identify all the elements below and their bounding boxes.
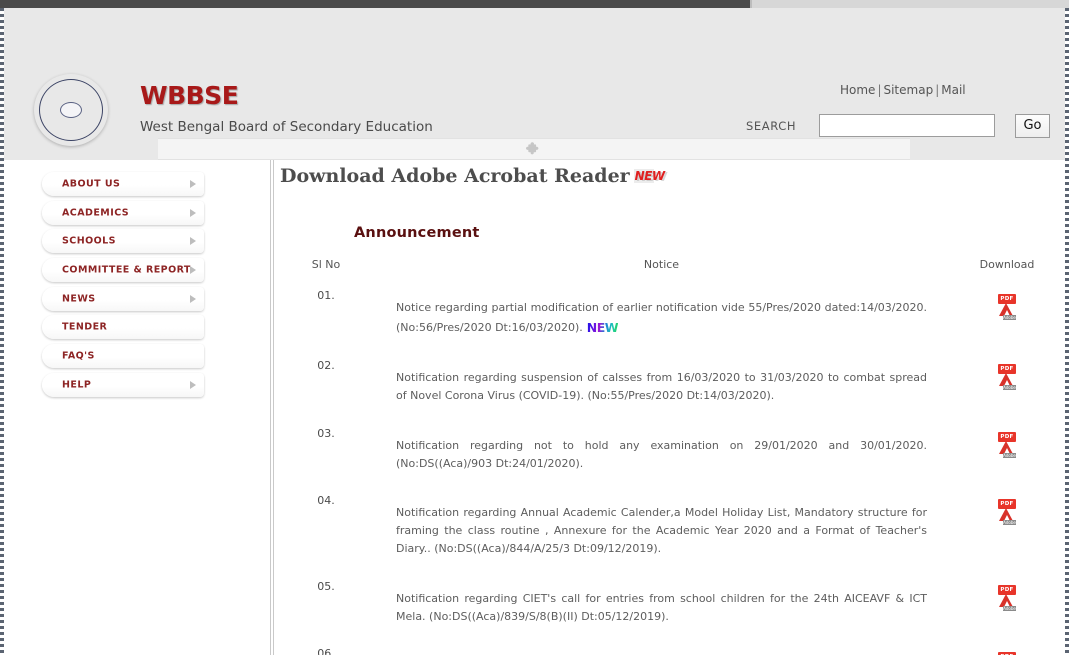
puzzle-piece-icon <box>526 142 539 155</box>
page-root: WBBSE West Bengal Board of Secondary Edu… <box>0 0 1069 655</box>
column-header-download: Download <box>979 258 1035 271</box>
row-notice-text: Notice regarding partial modification of… <box>396 301 927 334</box>
chevron-right-icon <box>190 237 196 246</box>
chevron-right-icon <box>190 208 196 217</box>
search-label: SEARCH <box>746 119 797 133</box>
table-row: 03. Notification regarding not to hold a… <box>278 415 1065 483</box>
pdf-download-icon[interactable]: PDF Adobe <box>996 294 1018 320</box>
row-notice-cell: Notification regarding suspension of cal… <box>374 347 949 415</box>
sidebar-item-label: SCHOOLS <box>62 235 116 247</box>
sidebar-item-schools[interactable]: SCHOOLS <box>42 229 204 254</box>
row-download-cell: PDF Adobe <box>949 635 1065 655</box>
sidebar-item-academics[interactable]: ACADEMICS <box>42 200 204 225</box>
chevron-right-icon <box>190 294 196 303</box>
browser-chrome-bar-right <box>752 0 1069 8</box>
row-notice-cell: Notification regarding Annual Academic C… <box>374 482 949 567</box>
row-notice-text: Notification regarding Annual Academic C… <box>396 506 927 555</box>
row-download-cell: PDF Adobe <box>949 347 1065 415</box>
table-header-row: Sl No Notice Download <box>278 258 1065 277</box>
table-row: 02. Notification regarding suspension of… <box>278 347 1065 415</box>
new-badge-icon: NEW <box>633 169 666 183</box>
row-serial-number: 06. <box>317 647 335 655</box>
table-row: 01. Notice regarding partial modificatio… <box>278 277 1065 347</box>
sidebar-item-tender[interactable]: TENDER <box>42 315 204 340</box>
sidebar-item-faqs[interactable]: FAQ'S <box>42 344 204 369</box>
content-divider <box>270 160 274 655</box>
row-serial-number: 03. <box>317 426 335 440</box>
new-badge-icon: NEW <box>587 318 619 338</box>
nav-link-mail[interactable]: Mail <box>941 83 965 97</box>
announcement-table-body: 01. Notice regarding partial modificatio… <box>278 277 1065 655</box>
row-notice-text: Notification regarding not to hold any e… <box>396 438 927 470</box>
nav-link-home[interactable]: Home <box>840 83 875 97</box>
column-header-sl-no: Sl No <box>311 258 341 271</box>
sidebar-item-news[interactable]: NEWS <box>42 286 204 311</box>
row-download-cell: PDF Adobe <box>949 415 1065 483</box>
table-row: 05. Notification regarding CIET's call f… <box>278 568 1065 636</box>
row-download-cell: PDF Adobe <box>949 568 1065 636</box>
top-navigation: Home | Sitemap | Mail <box>840 83 966 97</box>
page-right-dotted-border <box>1065 8 1069 655</box>
section-heading: Announcement <box>354 225 480 241</box>
pdf-icon-foot-label: Adobe <box>1003 605 1016 611</box>
row-download-cell: PDF Adobe <box>949 482 1065 567</box>
main-content: Download Adobe Acrobat Reader NEW Announc… <box>278 160 1065 655</box>
pdf-icon-foot-label: Adobe <box>1003 315 1016 320</box>
chevron-right-icon <box>190 266 196 275</box>
sidebar-item-label: NEWS <box>62 293 96 305</box>
pdf-download-icon[interactable]: PDF Adobe <box>996 431 1018 458</box>
row-download-cell: PDF Adobe <box>949 277 1065 347</box>
pdf-download-icon[interactable]: PDF Adobe <box>996 364 1018 391</box>
brand-title: WBBSE <box>140 81 239 110</box>
sidebar-menu: ABOUT US ACADEMICS SCHOOLS COMMITTEE & R… <box>42 172 204 402</box>
sidebar-item-label: ABOUT US <box>62 178 121 190</box>
column-header-notice: Notice <box>643 258 680 271</box>
table-row: 04. Notification regarding Annual Academ… <box>278 482 1065 567</box>
chevron-right-icon <box>190 180 196 188</box>
row-notice-cell: Notification regarding CIET's call for e… <box>374 568 949 636</box>
sidebar-item-label: TENDER <box>62 321 108 333</box>
brand-subtitle: West Bengal Board of Secondary Education <box>140 119 433 135</box>
row-serial-number: 04. <box>317 494 335 508</box>
seal-hub <box>60 102 82 118</box>
sidebar-item-committee-and-report[interactable]: COMMITTEE & REPORT <box>42 258 204 283</box>
sidebar-item-label: COMMITTEE & REPORT <box>62 264 191 276</box>
row-notice-cell: Notification regarding not to hold any e… <box>374 415 949 483</box>
row-notice-text: Notification regarding suspension of cal… <box>396 371 927 402</box>
page-title: Download Adobe Acrobat Reader NEW <box>280 165 666 187</box>
search-go-button[interactable]: Go <box>1015 114 1050 138</box>
wbbse-seal-icon <box>34 74 108 146</box>
row-notice-cell: Notice regarding partial modification of… <box>374 277 949 347</box>
row-notice-cell: Notification regarding internal examinat… <box>374 635 949 655</box>
row-serial-number: 05. <box>317 579 335 593</box>
pdf-download-icon[interactable]: PDF Adobe <box>996 499 1018 526</box>
row-serial-number: 01. <box>317 289 335 302</box>
pdf-icon-foot-label: Adobe <box>1003 452 1016 458</box>
sidebar-item-label: FAQ'S <box>62 350 95 362</box>
sidebar-item-label: HELP <box>62 379 92 391</box>
nav-link-sitemap[interactable]: Sitemap <box>883 83 933 97</box>
row-serial-number: 02. <box>317 359 335 373</box>
chevron-right-icon <box>190 380 196 389</box>
pdf-icon-foot-label: Adobe <box>1003 520 1016 526</box>
menu-strip <box>158 138 910 160</box>
row-notice-text: Notification regarding CIET's call for e… <box>396 591 927 623</box>
pdf-download-icon[interactable]: PDF Adobe <box>996 584 1018 611</box>
sidebar-item-about-us[interactable]: ABOUT US <box>42 172 204 196</box>
sidebar-item-help[interactable]: HELP <box>42 372 204 397</box>
page-title-text: Download Adobe Acrobat Reader <box>280 165 630 187</box>
sidebar-item-label: ACADEMICS <box>62 207 130 219</box>
search-input[interactable] <box>819 114 995 137</box>
pdf-icon-foot-label: Adobe <box>1003 385 1016 391</box>
announcement-table: Sl No Notice Download 01. Notice regardi… <box>278 258 1065 655</box>
table-row: 06. Notification regarding internal exam… <box>278 635 1065 655</box>
